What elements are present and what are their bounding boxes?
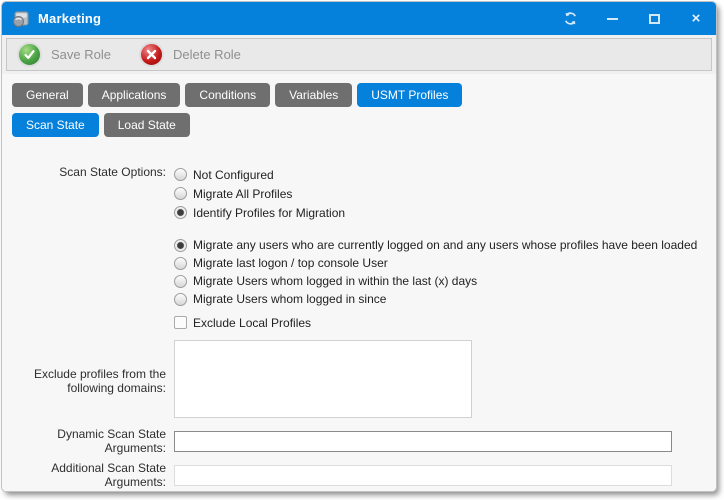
tab-usmt-profiles[interactable]: USMT Profiles (357, 83, 462, 107)
delete-role-button[interactable]: Delete Role (139, 42, 241, 67)
additional-args-label: Additional Scan State Arguments: (2, 461, 174, 489)
minimize-button[interactable] (604, 11, 620, 27)
delete-role-label: Delete Role (173, 47, 241, 62)
radio-migrate-logged-on[interactable]: Migrate any users who are currently logg… (174, 236, 716, 254)
radio-label: Migrate All Profiles (187, 187, 292, 201)
checkbox-label: Exclude Local Profiles (187, 316, 311, 330)
titlebar: Marketing × (2, 2, 716, 35)
profile-options-group: Not Configured Migrate All Profiles Iden… (174, 165, 716, 222)
exclude-local-profiles-checkbox-row[interactable]: Exclude Local Profiles (174, 313, 716, 332)
exclude-domains-textarea[interactable] (174, 340, 472, 418)
radio-migrate-logged-on-input[interactable] (174, 239, 187, 252)
exclude-domains-label: Exclude profiles from the following doma… (2, 367, 174, 395)
tab-variables[interactable]: Variables (275, 83, 352, 107)
dialog-window: Marketing × Save Ro (2, 2, 716, 491)
radio-migrate-all-profiles-input[interactable] (174, 187, 187, 200)
subtab-load-state[interactable]: Load State (104, 113, 190, 137)
subtab-scan-state[interactable]: Scan State (12, 113, 99, 137)
radio-label: Migrate Users whom logged in within the … (187, 274, 477, 288)
window-controls: × (562, 11, 704, 27)
delete-x-icon (139, 42, 164, 67)
radio-identify-profiles[interactable]: Identify Profiles for Migration (174, 203, 716, 222)
sub-tabs: Scan State Load State (2, 113, 716, 137)
tab-conditions[interactable]: Conditions (185, 83, 270, 107)
window-title: Marketing (38, 11, 101, 26)
app-icon (12, 10, 30, 28)
save-check-icon (17, 42, 42, 67)
radio-migrate-since-input[interactable] (174, 293, 187, 306)
main-tabs: General Applications Conditions Variable… (2, 83, 716, 107)
scan-state-form: Scan State Options: Not Configured Migra… (2, 165, 716, 489)
radio-migrate-all-profiles[interactable]: Migrate All Profiles (174, 184, 716, 203)
radio-label: Migrate last logon / top console User (187, 256, 388, 270)
save-role-button[interactable]: Save Role (17, 42, 111, 67)
radio-label: Identify Profiles for Migration (187, 206, 345, 220)
radio-migrate-since[interactable]: Migrate Users whom logged in since (174, 290, 716, 308)
radio-identify-profiles-input[interactable] (174, 206, 187, 219)
dynamic-args-label: Dynamic Scan State Arguments: (2, 427, 174, 455)
scan-state-options-label: Scan State Options: (2, 165, 174, 179)
radio-migrate-last-x-days[interactable]: Migrate Users whom logged in within the … (174, 272, 716, 290)
tab-general[interactable]: General (12, 83, 83, 107)
maximize-button[interactable] (646, 11, 662, 27)
dynamic-args-input[interactable] (174, 431, 672, 452)
content-area: General Applications Conditions Variable… (2, 74, 716, 491)
save-role-label: Save Role (51, 47, 111, 62)
additional-args-input[interactable] (174, 465, 672, 486)
radio-not-configured-input[interactable] (174, 168, 187, 181)
radio-migrate-last-x-days-input[interactable] (174, 275, 187, 288)
exclude-local-profiles-checkbox[interactable] (174, 316, 187, 329)
radio-label: Migrate any users who are currently logg… (187, 238, 697, 252)
refresh-icon[interactable] (562, 11, 578, 27)
close-button[interactable]: × (688, 11, 704, 27)
radio-label: Migrate Users whom logged in since (187, 292, 386, 306)
toolbar-inner: Save Role Delete Role (6, 38, 712, 71)
migration-options-group: Migrate any users who are currently logg… (174, 236, 716, 308)
radio-migrate-last-logon[interactable]: Migrate last logon / top console User (174, 254, 716, 272)
radio-migrate-last-logon-input[interactable] (174, 257, 187, 270)
toolbar: Save Role Delete Role (2, 35, 716, 74)
radio-label: Not Configured (187, 168, 274, 182)
radio-not-configured[interactable]: Not Configured (174, 165, 716, 184)
tab-applications[interactable]: Applications (88, 83, 181, 107)
